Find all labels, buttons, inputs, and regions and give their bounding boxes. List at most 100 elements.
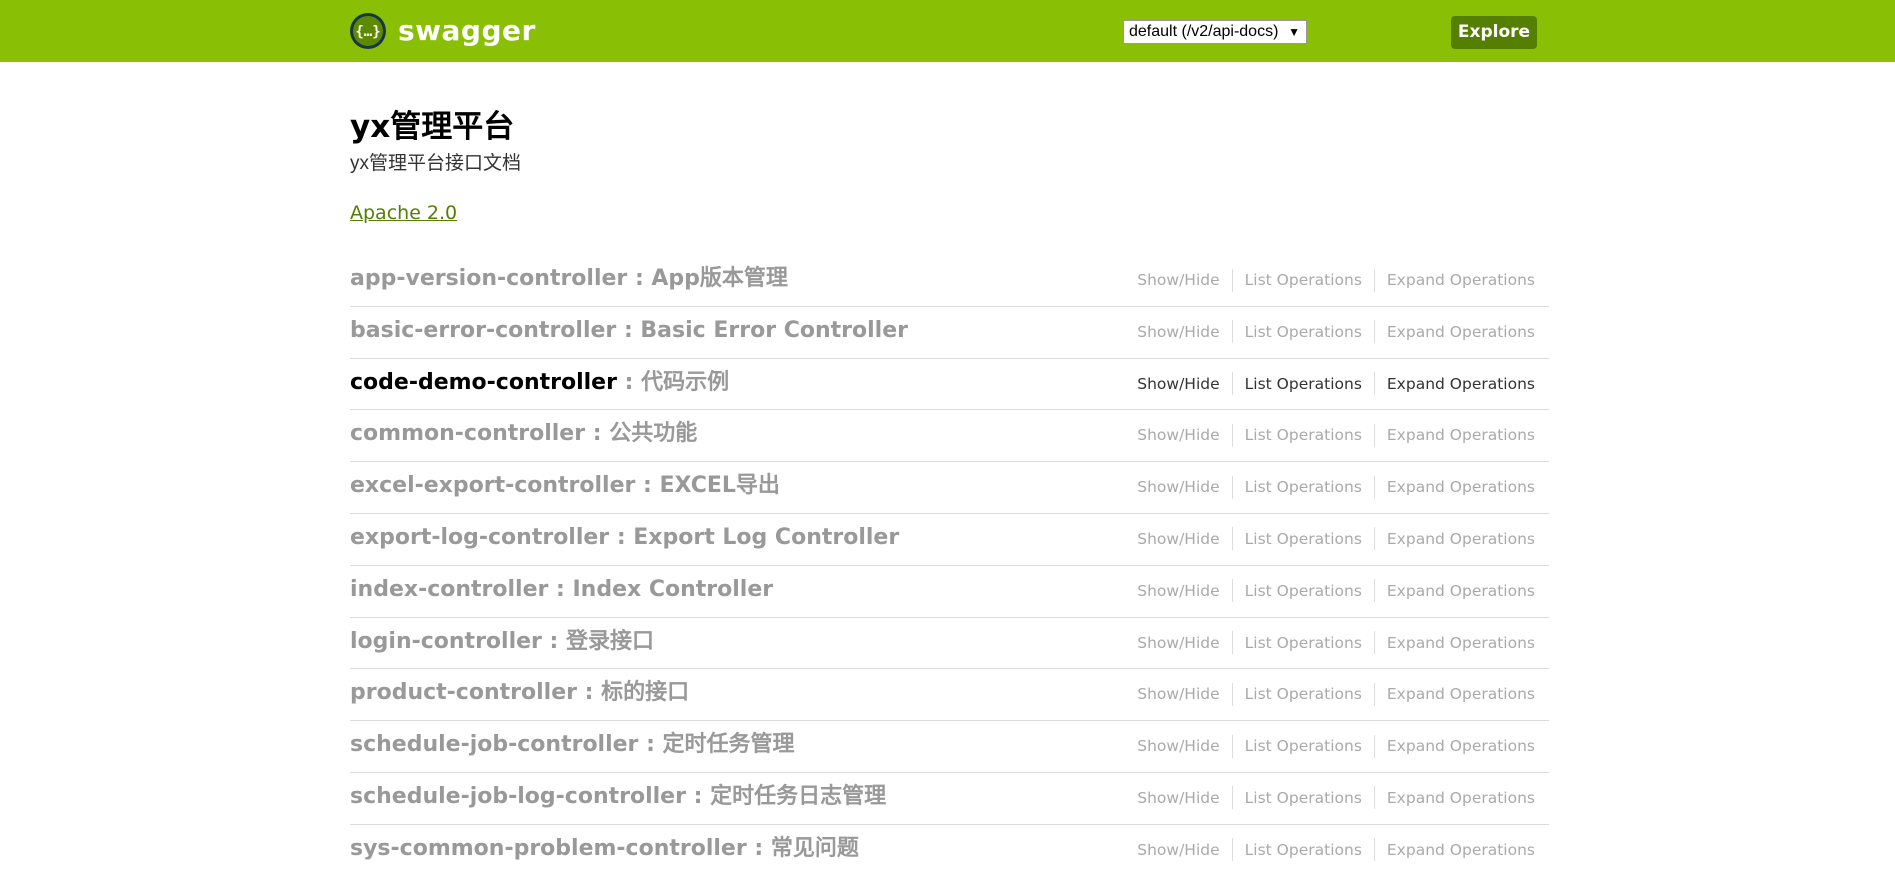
- resource-heading[interactable]: product-controller : 标的接口: [350, 675, 689, 711]
- resource-separator: :: [576, 680, 602, 706]
- divider: [1373, 682, 1375, 706]
- show-hide-link[interactable]: Show/Hide: [1137, 733, 1219, 759]
- list-operations-link[interactable]: List Operations: [1245, 578, 1362, 604]
- show-hide-link[interactable]: Show/Hide: [1137, 837, 1219, 863]
- show-hide-link[interactable]: Show/Hide: [1137, 267, 1219, 293]
- resource-description: Index Controller: [572, 576, 774, 602]
- expand-operations-link[interactable]: Expand Operations: [1387, 319, 1535, 345]
- show-hide-link[interactable]: Show/Hide: [1137, 474, 1219, 500]
- expand-operations-link[interactable]: Expand Operations: [1387, 371, 1535, 397]
- resource-heading[interactable]: code-demo-controller : 代码示例: [350, 365, 729, 401]
- expand-operations-link[interactable]: Expand Operations: [1387, 681, 1535, 707]
- resource-name[interactable]: code-demo-controller: [350, 370, 617, 395]
- divider: [1231, 682, 1233, 706]
- resource-options: Show/Hide List Operations Expand Operation…: [1137, 681, 1535, 707]
- show-hide-link[interactable]: Show/Hide: [1137, 422, 1219, 448]
- resource-description: Basic Error Controller: [640, 317, 908, 343]
- resource-name[interactable]: schedule-job-controller: [350, 732, 638, 757]
- resource-heading[interactable]: common-controller : 公共功能: [350, 416, 697, 452]
- resource-heading[interactable]: export-log-controller : Export Log Contr…: [350, 520, 899, 556]
- resource-row: sys-common-problem-controller : 常见问题 Show…: [350, 825, 1549, 877]
- resource-heading[interactable]: excel-export-controller : EXCEL导出: [350, 468, 780, 504]
- list-operations-link[interactable]: List Operations: [1245, 319, 1362, 345]
- resource-row: index-controller : Index Controller Show/…: [350, 566, 1549, 618]
- expand-operations-link[interactable]: Expand Operations: [1387, 837, 1535, 863]
- list-operations-link[interactable]: List Operations: [1245, 422, 1362, 448]
- resource-name[interactable]: export-log-controller: [350, 525, 609, 550]
- show-hide-link[interactable]: Show/Hide: [1137, 578, 1219, 604]
- resource-description: EXCEL导出: [659, 473, 780, 499]
- api-description: yx管理平台接口文档: [350, 153, 522, 174]
- resource-name[interactable]: index-controller: [350, 577, 548, 602]
- show-hide-link[interactable]: Show/Hide: [1137, 681, 1219, 707]
- expand-operations-link[interactable]: Expand Operations: [1387, 422, 1535, 448]
- braces-icon: {…}: [350, 13, 386, 49]
- show-hide-link[interactable]: Show/Hide: [1137, 371, 1219, 397]
- explore-button[interactable]: Explore: [1451, 16, 1537, 49]
- resource-heading[interactable]: index-controller : Index Controller: [350, 572, 773, 608]
- divider: [1373, 734, 1375, 758]
- list-operations-link[interactable]: List Operations: [1245, 785, 1362, 811]
- resource-description: App版本管理: [651, 266, 788, 291]
- resource-heading[interactable]: basic-error-controller : Basic Error Con…: [350, 313, 908, 349]
- resource-options: Show/Hide List Operations Expand Operation…: [1137, 526, 1535, 552]
- resource-row: excel-export-controller : EXCEL导出 Show/Hi…: [350, 462, 1549, 514]
- resource-heading[interactable]: schedule-job-log-controller : 定时任务日志管理: [350, 779, 886, 815]
- expand-operations-link[interactable]: Expand Operations: [1387, 526, 1535, 552]
- list-operations-link[interactable]: List Operations: [1245, 267, 1362, 293]
- divider: [1231, 838, 1233, 862]
- divider: [1373, 320, 1375, 344]
- list-operations-link[interactable]: List Operations: [1245, 474, 1362, 500]
- list-operations-link[interactable]: List Operations: [1245, 630, 1362, 656]
- resource-separator: :: [627, 266, 652, 291]
- show-hide-link[interactable]: Show/Hide: [1137, 785, 1219, 811]
- list-operations-link[interactable]: List Operations: [1245, 526, 1362, 552]
- resource-description: 定时任务日志管理: [710, 783, 887, 809]
- resource-name[interactable]: excel-export-controller: [350, 473, 635, 498]
- expand-operations-link[interactable]: Expand Operations: [1387, 630, 1535, 656]
- list-operations-link[interactable]: List Operations: [1245, 681, 1362, 707]
- resource-name[interactable]: schedule-job-log-controller: [350, 784, 686, 809]
- resource-separator: :: [635, 473, 660, 499]
- resource-separator: :: [585, 421, 610, 447]
- resource-row: schedule-job-log-controller : 定时任务日志管理 Sh…: [350, 773, 1549, 825]
- page-title: yx管理平台: [350, 109, 515, 145]
- expand-operations-link[interactable]: Expand Operations: [1387, 474, 1535, 500]
- top-bar-inner: {…} swagger default (/v2/api-docs) ▼ Exp…: [350, 0, 1537, 62]
- swagger-logo[interactable]: {…} swagger: [350, 13, 536, 49]
- resource-heading[interactable]: login-controller : 登录接口: [350, 624, 654, 660]
- divider: [1373, 268, 1375, 292]
- list-operations-link[interactable]: List Operations: [1245, 837, 1362, 863]
- list-operations-link[interactable]: List Operations: [1245, 733, 1362, 759]
- resource-name[interactable]: product-controller: [350, 680, 577, 705]
- resource-options: Show/Hide List Operations Expand Operation…: [1137, 371, 1535, 397]
- divider: [1373, 527, 1375, 551]
- resource-row: common-controller : 公共功能 Show/Hide List Op…: [350, 410, 1549, 463]
- resource-heading[interactable]: app-version-controller : App版本管理: [350, 261, 788, 297]
- resource-row: login-controller : 登录接口 Show/Hide List Ope…: [350, 618, 1549, 670]
- expand-operations-link[interactable]: Expand Operations: [1387, 733, 1535, 759]
- resource-name[interactable]: common-controller: [350, 421, 585, 446]
- show-hide-link[interactable]: Show/Hide: [1137, 630, 1219, 656]
- expand-operations-link[interactable]: Expand Operations: [1387, 578, 1535, 604]
- resource-name[interactable]: sys-common-problem-controller: [350, 836, 747, 861]
- resource-description: 标的接口: [601, 680, 690, 706]
- expand-operations-link[interactable]: Expand Operations: [1387, 267, 1535, 293]
- resource-name[interactable]: basic-error-controller: [350, 318, 616, 343]
- resource-name[interactable]: app-version-controller: [350, 266, 627, 291]
- resource-heading[interactable]: sys-common-problem-controller : 常见问题: [350, 831, 859, 867]
- api-docs-select[interactable]: default (/v2/api-docs) ▼: [1123, 20, 1307, 44]
- resource-separator: :: [548, 576, 573, 602]
- top-bar: {…} swagger default (/v2/api-docs) ▼ Exp…: [0, 0, 1895, 62]
- show-hide-link[interactable]: Show/Hide: [1137, 319, 1219, 345]
- license-link[interactable]: Apache 2.0: [350, 201, 457, 225]
- resource-description: 定时任务管理: [662, 732, 795, 758]
- divider: [1231, 475, 1233, 499]
- divider: [1373, 838, 1375, 862]
- expand-operations-link[interactable]: Expand Operations: [1387, 785, 1535, 811]
- resource-name[interactable]: login-controller: [350, 629, 542, 654]
- resource-heading[interactable]: schedule-job-controller : 定时任务管理: [350, 727, 795, 763]
- list-operations-link[interactable]: List Operations: [1245, 371, 1362, 397]
- resource-options: Show/Hide List Operations Expand Operation…: [1137, 630, 1535, 656]
- show-hide-link[interactable]: Show/Hide: [1137, 526, 1219, 552]
